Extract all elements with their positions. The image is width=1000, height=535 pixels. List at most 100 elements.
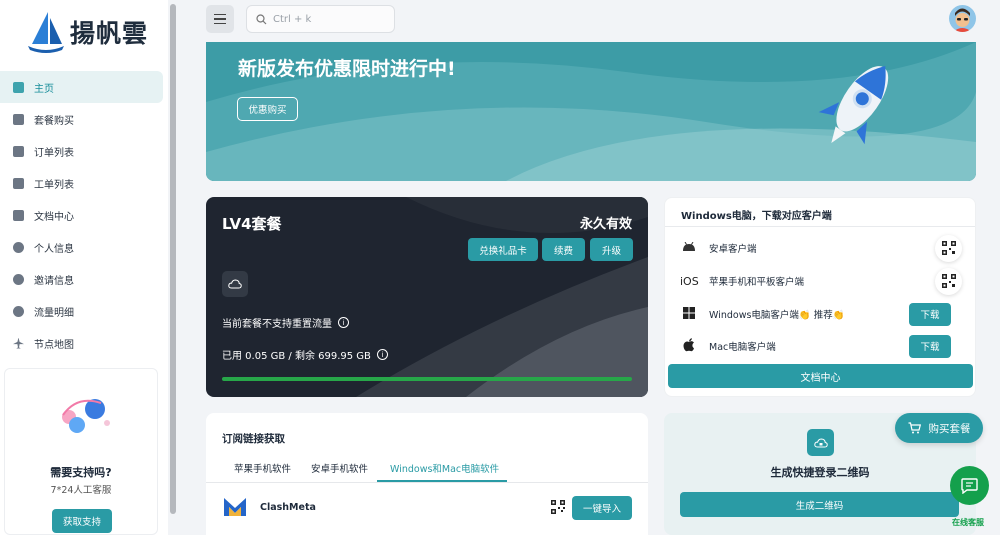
cloud-icon [222,271,248,297]
usage-note: 已用 0.05 GB / 剩余 699.95 GB i [222,347,388,362]
tab-divider [206,482,648,483]
sidebar-item-label: 订单列表 [34,147,74,159]
subscription-card: 订阅链接获取 苹果手机软件 安卓手机软件 Windows和Mac电脑软件 Cla… [206,413,648,535]
qr-code-icon[interactable] [935,267,962,295]
dollar-icon [13,113,24,125]
downloads-title: Windows电脑，下载对应客户端 [681,211,832,222]
live-chat-label: 在线客服 [952,518,984,527]
buy-plan-float-button[interactable]: 购买套餐 [895,413,983,443]
download-row-label: 苹果手机和平板客户端 [709,277,805,288]
sidebar-item-tickets[interactable]: 工单列表 [0,167,163,199]
redeem-gift-card-button[interactable]: 兑换礼品卡 [468,238,538,261]
sidebar-item-home[interactable]: 主页 [0,71,163,103]
buy-plan-label: 购买套餐 [928,422,971,435]
sailboat-icon [28,12,64,53]
one-click-import-button[interactable]: 一键导入 [572,496,632,520]
download-row-ios: iOS 苹果手机和平板客户端 [680,267,962,295]
downloads-divider [665,226,975,227]
sidebar-item-orders[interactable]: 订单列表 [0,135,163,167]
search-placeholder: Ctrl + k [273,13,312,25]
sidebar-item-profile[interactable]: 个人信息 [0,231,163,263]
docs-center-button[interactable]: 文档中心 [668,364,973,388]
windows-icon [680,306,698,322]
sidebar-item-label: 套餐购买 [34,115,74,127]
search-input[interactable]: Ctrl + k [246,5,395,33]
download-row-android: 安卓客户端 [680,234,962,262]
sidebar-item-invite[interactable]: 邀请信息 [0,263,163,295]
live-chat-button[interactable] [950,466,989,505]
support-title: 需要支持吗? [50,466,112,479]
sidebar-item-docs[interactable]: 文档中心 [0,199,163,231]
download-row-label: Windows电脑客户端👏 推荐👏 [709,310,845,321]
client-downloads-card: Windows电脑，下载对应客户端 安卓客户端 iOS 苹果手机和平板客户端 W… [664,197,976,397]
qr-code-icon[interactable] [935,234,962,262]
user-plus-icon [13,273,24,285]
usage-progress-bar [222,377,632,381]
tab-android-apps[interactable]: 安卓手机软件 [311,461,368,475]
plane-icon [13,337,24,349]
sidebar-item-label: 流量明细 [34,307,74,319]
plan-card: LV4套餐 永久有效 兑换礼品卡 续费 升级 当前套餐不支持重置流量 i 已用 0… [206,197,648,397]
sidebar-item-plans[interactable]: 套餐购买 [0,103,163,135]
active-tab-indicator [377,480,507,482]
download-row-windows: Windows电脑客户端👏 推荐👏 下载 [680,302,962,326]
brand-logo[interactable]: 揚帆雲 [26,10,156,54]
usage-text: 已用 0.05 GB / 剩余 699.95 GB [222,351,371,362]
sidebar-item-label: 个人信息 [34,243,74,255]
client-name: ClashMeta [260,502,316,513]
user-avatar-icon [953,8,972,32]
search-icon [256,13,267,24]
qr-login-title: 生成快捷登录二维码 [770,466,870,479]
promo-banner: 新版发布优惠限时进行中! 优惠购买 [206,42,976,181]
banner-title: 新版发布优惠限时进行中! [238,58,456,80]
list-icon [13,145,24,157]
renew-button[interactable]: 续费 [542,238,585,261]
user-icon [13,241,24,253]
download-mac-button[interactable]: 下载 [909,334,951,358]
sidebar-item-label: 节点地图 [34,339,74,351]
menu-toggle-button[interactable] [206,5,234,33]
plan-name: LV4套餐 [222,215,282,233]
sidebar-item-label: 文档中心 [34,211,74,223]
menu-line [214,22,226,25]
menu-line [214,13,226,16]
download-row-mac: Mac电脑客户端 下载 [680,334,962,358]
download-row-label: Mac电脑客户端 [709,342,776,353]
subscription-title: 订阅链接获取 [222,433,285,445]
get-support-button[interactable]: 获取支持 [52,509,112,533]
plan-validity: 永久有效 [579,217,632,232]
info-icon[interactable]: i [338,317,349,328]
sidebar-item-traffic[interactable]: 流量明细 [0,295,163,327]
sidebar-item-nodes[interactable]: 节点地图 [0,327,163,359]
headset-illustration-icon [62,399,110,433]
menu-line [214,18,226,20]
chat-icon [961,477,978,494]
ios-label: iOS [680,274,699,288]
reset-note: 当前套餐不支持重置流量 i [222,315,349,330]
reset-note-text: 当前套餐不支持重置流量 [222,319,332,330]
cart-icon [908,422,921,434]
support-subtitle: 7*24人工客服 [50,485,112,496]
sidebar-item-label: 工单列表 [34,179,74,191]
tab-ios-apps[interactable]: 苹果手机软件 [234,461,291,475]
clashmeta-logo-icon [224,498,246,516]
discount-buy-button[interactable]: 优惠购买 [237,97,298,121]
topbar: Ctrl + k [176,0,1000,40]
tab-desktop-apps[interactable]: Windows和Mac电脑软件 [390,461,499,475]
upgrade-button[interactable]: 升级 [590,238,633,261]
info-icon[interactable]: i [376,349,388,360]
rocket-icon [818,65,889,145]
apple-icon [680,337,698,355]
download-windows-button[interactable]: 下载 [909,302,951,326]
brand-name: 揚帆雲 [70,19,149,48]
sidebar-scrollbar[interactable] [170,4,176,514]
sidebar-item-label: 主页 [34,83,54,95]
dashboard-icon [13,81,24,93]
qr-code-icon[interactable] [551,500,565,514]
generate-qr-button[interactable]: 生成二维码 [680,492,959,517]
android-icon [680,241,698,255]
sidebar-nav: 主页 套餐购买 订单列表 工单列表 文档中心 个人信息 邀请信息 流量明细 节点… [0,71,163,359]
avatar[interactable] [949,5,976,32]
download-row-label: 安卓客户端 [709,244,757,255]
sidebar-item-label: 邀请信息 [34,275,74,287]
